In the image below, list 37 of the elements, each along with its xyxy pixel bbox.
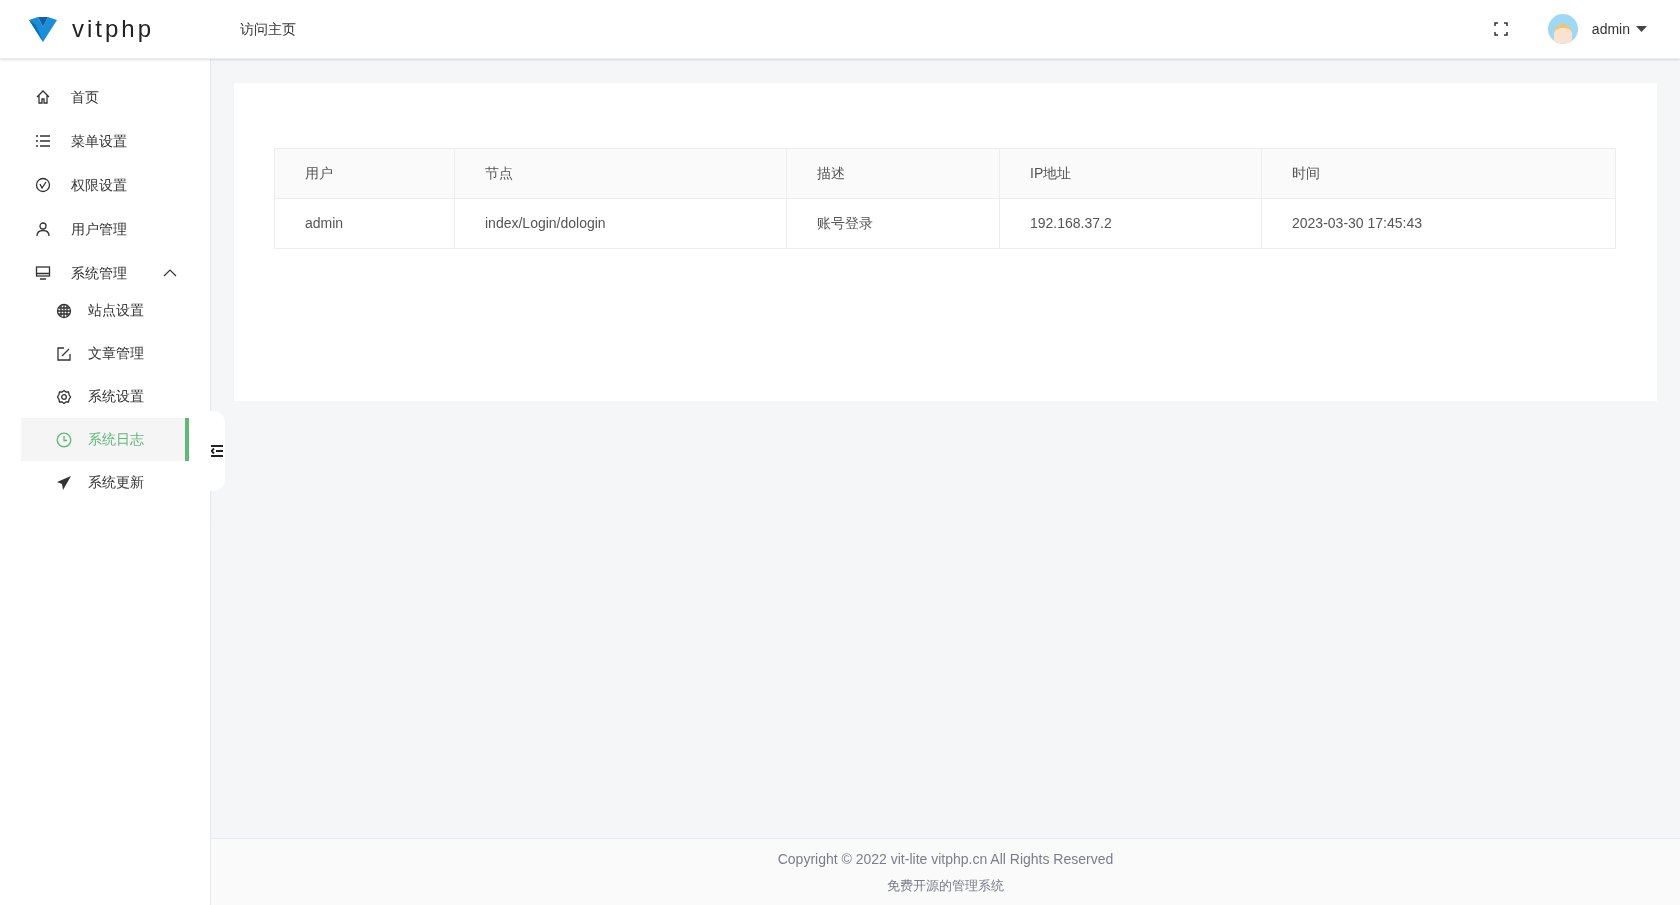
submenu-item[interactable]: 系统更新: [21, 461, 189, 504]
submenu-item[interactable]: 系统设置: [21, 375, 189, 418]
copyright-text: Copyright © 2022 vit-lite vitphp.cn All Rights Reserved: [777, 849, 1114, 869]
table-cell: 192.168.37.2: [999, 198, 1262, 249]
user-icon: [35, 221, 51, 237]
paper-plane-icon: [56, 474, 72, 491]
table-cell: admin: [274, 198, 455, 249]
globe-icon: [56, 302, 72, 319]
table-cell: 2023-03-30 17:45:43: [1261, 198, 1616, 249]
collapse-tab[interactable]: [209, 411, 225, 491]
sidebar-item[interactable]: 权限设置: [21, 163, 189, 207]
caret-icon: [1636, 26, 1647, 32]
settings-icon: [56, 388, 72, 405]
column-header: 时间: [1261, 148, 1616, 199]
logo-icon: [28, 15, 58, 43]
column-header: 描述: [786, 148, 1000, 199]
tagline-text: 免费开源的管理系统: [887, 876, 1004, 895]
sidebar-item[interactable]: 用户管理: [21, 207, 189, 251]
collapse-icon[interactable]: [211, 445, 223, 457]
table-cell: 账号登录: [786, 198, 1000, 249]
column-header: IP地址: [999, 148, 1262, 199]
clock-icon: [56, 431, 72, 448]
edit-icon: [56, 345, 72, 362]
sidebar-item[interactable]: 首页: [21, 75, 189, 119]
column-header: 用户: [274, 148, 455, 199]
submenu-item[interactable]: 文章管理: [21, 332, 189, 375]
list-icon: [35, 133, 51, 149]
sidebar-item[interactable]: 菜单设置: [21, 119, 189, 163]
chevron-icon: [163, 269, 177, 277]
table-cell: index/Login/dologin: [454, 198, 787, 249]
home-link[interactable]: 访问主页: [240, 18, 296, 40]
column-header: 节点: [454, 148, 787, 199]
monitor-icon: [35, 265, 51, 281]
logo-text: vitphp: [72, 14, 155, 44]
fullscreen-icon[interactable]: [1493, 22, 1508, 36]
home-icon: [35, 89, 51, 105]
user-menu-button[interactable]: admin: [1591, 18, 1647, 40]
